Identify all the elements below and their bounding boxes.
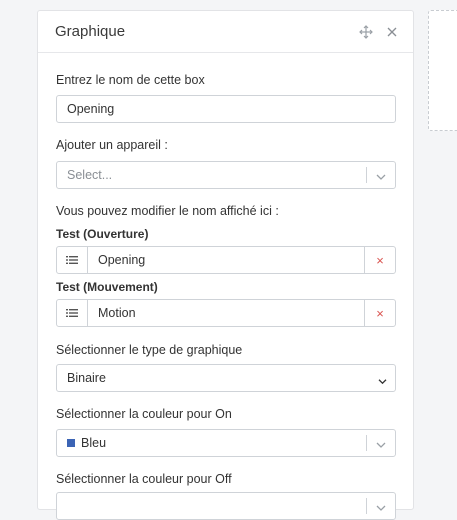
- close-icon[interactable]: [383, 23, 401, 41]
- color-off-label: Sélectionner la couleur pour Off: [56, 472, 232, 486]
- select-separator: [366, 167, 367, 183]
- box-name-input[interactable]: Opening: [56, 95, 396, 123]
- color-off-select[interactable]: [56, 492, 396, 520]
- device-select-placeholder: Select...: [67, 168, 113, 182]
- chart-type-value: Binaire: [67, 371, 106, 385]
- drag-handle-icon[interactable]: [57, 247, 88, 273]
- color-on-value: Bleu: [81, 436, 107, 450]
- box-name-label: Entrez le nom de cette box: [56, 73, 205, 87]
- panel-header: Graphique: [38, 11, 413, 53]
- device-row: Motion ×: [56, 299, 396, 327]
- move-icon[interactable]: [357, 23, 375, 41]
- chart-type-label: Sélectionner le type de graphique: [56, 343, 243, 357]
- device-title: Test (Mouvement): [56, 280, 158, 294]
- rename-label: Vous pouvez modifier le nom affiché ici …: [56, 204, 279, 218]
- device-select[interactable]: Select...: [56, 161, 396, 189]
- select-separator: [366, 435, 367, 451]
- add-device-label: Ajouter un appareil :: [56, 138, 168, 152]
- device-title: Test (Ouverture): [56, 227, 149, 241]
- dropzone-placeholder: [428, 10, 457, 131]
- device-row: Opening ×: [56, 246, 396, 274]
- device-display-name[interactable]: Motion: [88, 300, 364, 326]
- chevron-down-icon[interactable]: [378, 374, 387, 388]
- graph-box-panel: Graphique Entrez le nom de cette box Ope…: [37, 10, 414, 520]
- drag-handle-icon[interactable]: [57, 300, 88, 326]
- remove-device-button[interactable]: ×: [364, 247, 395, 273]
- chevron-down-icon[interactable]: [376, 170, 386, 184]
- color-on-label: Sélectionner la couleur pour On: [56, 407, 232, 421]
- color-swatch: [67, 439, 75, 447]
- chevron-down-icon[interactable]: [376, 501, 386, 515]
- chart-type-select[interactable]: Binaire: [56, 364, 396, 392]
- device-display-name[interactable]: Opening: [88, 247, 364, 273]
- color-on-select[interactable]: Bleu: [56, 429, 396, 457]
- select-separator: [366, 498, 367, 514]
- chevron-down-icon[interactable]: [376, 438, 386, 452]
- panel-title: Graphique: [55, 23, 126, 40]
- remove-device-button[interactable]: ×: [364, 300, 395, 326]
